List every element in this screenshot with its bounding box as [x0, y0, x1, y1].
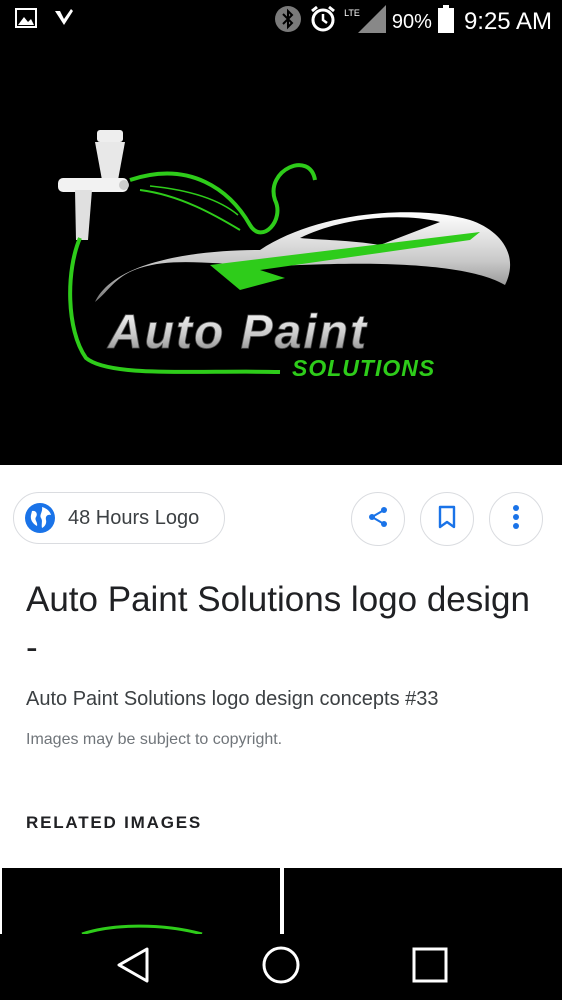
related-image-thumb[interactable] [2, 868, 280, 934]
back-button[interactable] [110, 944, 156, 990]
related-images-strip [0, 868, 562, 934]
image-title[interactable]: Auto Paint Solutions logo design - [26, 576, 546, 672]
download-icon [52, 6, 76, 35]
share-button[interactable] [351, 492, 405, 546]
recents-icon [412, 947, 448, 988]
home-button[interactable] [258, 944, 304, 990]
recents-button[interactable] [407, 944, 453, 990]
signal-icon [357, 5, 386, 39]
related-images-heading: RELATED IMAGES [26, 813, 203, 832]
clock: 9:25 AM [463, 8, 552, 35]
save-button[interactable] [420, 492, 474, 546]
navigation-bar [0, 934, 562, 1000]
more-vert-icon [512, 504, 520, 535]
hero-image[interactable]: Auto Paint SOLUTIONS [0, 40, 562, 465]
globe-icon [24, 502, 56, 534]
bookmark-icon [436, 505, 458, 534]
logo-text-solutions: SOLUTIONS [292, 355, 435, 381]
image-meta-row: 48 Hours Logo [0, 490, 562, 550]
share-icon [366, 505, 390, 534]
status-bar: LTE 90% 9:25 AM [0, 0, 562, 40]
copyright-notice: Images may be subject to copyright. [26, 731, 283, 748]
back-icon [115, 946, 151, 989]
spray-gun-graphic [58, 130, 129, 240]
home-icon [261, 945, 301, 990]
car-silhouette-graphic [95, 212, 511, 302]
logo-text-auto-paint: Auto Paint [107, 306, 368, 359]
related-image-thumb[interactable] [284, 868, 562, 934]
more-options-button[interactable] [489, 492, 543, 546]
source-chip[interactable]: 48 Hours Logo [13, 492, 225, 544]
battery-icon [437, 5, 454, 39]
network-type: LTE [344, 8, 360, 18]
battery-percent: 90% [391, 10, 432, 33]
image-subtitle: Auto Paint Solutions logo design concept… [26, 688, 439, 710]
gallery-icon [14, 6, 38, 35]
bluetooth-icon [274, 5, 302, 39]
alarm-icon [308, 4, 338, 40]
source-label: 48 Hours Logo [68, 506, 200, 529]
